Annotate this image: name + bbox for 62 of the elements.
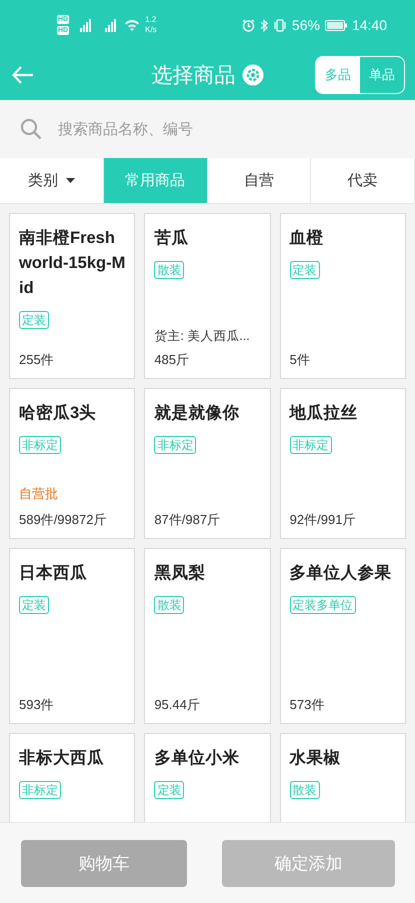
stock-count: 95.44斤 xyxy=(154,696,201,714)
packing-tag: 定装 xyxy=(290,261,320,279)
stock-count: 589件/99872斤 xyxy=(19,511,108,529)
stock-count: 485斤 xyxy=(154,351,190,369)
stock-count: 5件 xyxy=(290,351,311,369)
network-speed: K/s xyxy=(145,25,157,35)
owner-label: 货主: 美人西瓜... xyxy=(154,328,251,345)
product-card[interactable]: 南非橙Freshworld-15kg-Mid 定装 255件 xyxy=(9,213,136,379)
packing-tag: 非标定 xyxy=(290,436,332,454)
product-name: 黑凤梨 xyxy=(154,563,206,584)
product-name: 苦瓜 xyxy=(154,228,190,249)
packing-tag: 散装 xyxy=(154,261,184,279)
product-name: 南非橙Freshworld-15kg-Mid xyxy=(19,228,126,299)
product-name: 日本西瓜 xyxy=(19,563,88,584)
network-speed: 1.2 xyxy=(145,15,157,25)
packing-tag: 定装 xyxy=(19,596,49,614)
stock-count: 87件/987斤 xyxy=(154,511,222,529)
packing-tag: 散装 xyxy=(290,781,320,799)
packing-tag: 非标定 xyxy=(19,781,61,799)
packing-tag: 非标定 xyxy=(154,436,196,454)
caret-icon xyxy=(66,178,75,183)
product-name: 就是就像你 xyxy=(154,403,240,424)
packing-tag: 定装 xyxy=(154,781,184,799)
product-name: 哈密瓜3头 xyxy=(19,402,98,424)
product-name: 多单位人参果 xyxy=(290,563,393,584)
product-card[interactable]: 苦瓜 散装 货主: 美人西瓜... 485斤 xyxy=(144,213,271,379)
product-card[interactable]: 血橙 定装 5件 xyxy=(280,213,406,379)
product-card[interactable]: 日本西瓜 定装 593件 xyxy=(9,548,136,724)
product-name: 地瓜拉丝 xyxy=(290,403,359,424)
bluetooth-icon xyxy=(260,18,268,32)
packing-tag: 散装 xyxy=(154,596,184,614)
settings-icon[interactable] xyxy=(242,64,264,86)
product-card[interactable]: 多单位人参果 定装多单位 573件 xyxy=(280,548,406,724)
product-name: 血橙 xyxy=(290,228,325,249)
product-name: 非标大西瓜 xyxy=(19,748,105,769)
packing-tag: 非标定 xyxy=(19,436,61,454)
packing-tag: 定装 xyxy=(19,311,49,329)
product-card[interactable]: 地瓜拉丝 非标定 92件/991斤 xyxy=(280,388,406,539)
stock-count: 92件/991斤 xyxy=(290,511,356,529)
product-card[interactable]: 水果椒 散装 xyxy=(280,733,406,822)
product-card[interactable]: 就是就像你 非标定 87件/987斤 xyxy=(144,388,271,539)
alarm-icon xyxy=(242,18,255,32)
stock-count: 573件 xyxy=(290,696,326,714)
search-icon xyxy=(20,118,42,140)
wifi-icon xyxy=(124,19,140,31)
product-name: 多单位小米 xyxy=(154,748,240,769)
page-title: 选择商品 xyxy=(152,63,236,89)
clock-time: 14:40 xyxy=(352,17,387,33)
product-name: 水果椒 xyxy=(290,748,342,769)
product-card[interactable]: 黑凤梨 散装 95.44斤 xyxy=(144,548,271,724)
battery-icon xyxy=(324,20,347,30)
sale-type-label: 自营批 xyxy=(19,485,59,503)
search-field[interactable]: 搜索商品名称、编号 xyxy=(56,120,395,138)
battery-percent: 56% xyxy=(292,17,320,33)
packing-tag: 定装多单位 xyxy=(290,596,356,614)
product-card[interactable]: 哈密瓜3头 非标定 自营批 589件/99872斤 xyxy=(9,388,136,539)
product-card[interactable]: 多单位小米 定装 xyxy=(144,733,271,822)
back-arrow-icon[interactable] xyxy=(12,66,34,84)
stock-count: 255件 xyxy=(19,351,55,369)
stock-count: 593件 xyxy=(19,696,55,714)
product-card[interactable]: 非标大西瓜 非标定 xyxy=(9,733,136,822)
vibrate-icon xyxy=(272,18,287,32)
